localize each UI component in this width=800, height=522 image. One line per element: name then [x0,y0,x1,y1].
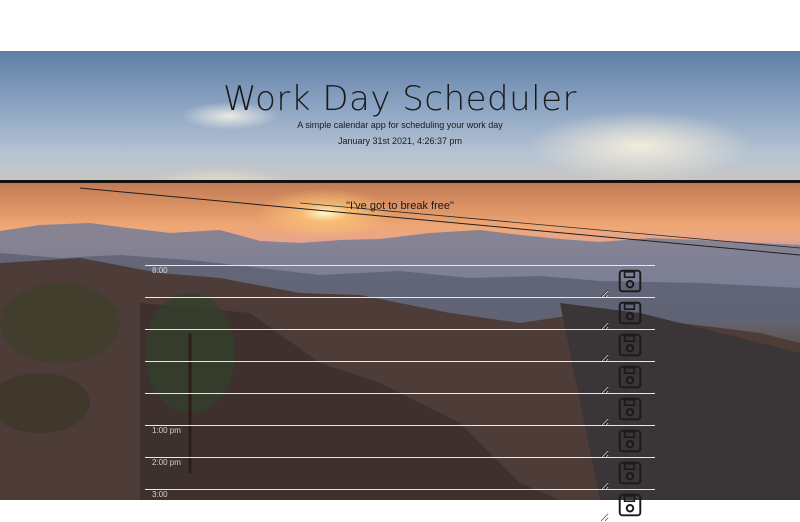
save-button[interactable] [617,428,643,454]
event-description-input[interactable] [185,364,609,394]
floppy-disk-icon [618,397,642,421]
event-description-input[interactable] [185,460,609,490]
save-button[interactable] [617,396,643,422]
time-block-row: 1:00 pm [145,425,655,458]
hour-label: 8:00 [152,266,168,275]
time-block-row [145,393,655,426]
event-description-input[interactable] [185,396,609,426]
hour-label: 3:00 [152,490,168,499]
hour-label: 1:00 pm [152,426,181,435]
floppy-disk-icon [618,429,642,453]
event-description-input[interactable] [185,300,609,330]
save-button[interactable] [617,492,643,518]
current-day: January 31st 2021, 4:26:37 pm [337,136,463,146]
time-block-row [145,297,655,330]
save-button[interactable] [617,460,643,486]
save-button[interactable] [617,300,643,326]
floppy-disk-icon [618,269,642,293]
time-block-row [145,361,655,394]
floppy-disk-icon [618,301,642,325]
floppy-disk-icon [618,365,642,389]
time-block-row [145,329,655,362]
event-description-input[interactable] [185,332,609,362]
event-description-input[interactable] [185,428,609,458]
time-block-row: 2:00 pm [145,457,655,490]
save-button[interactable] [617,332,643,358]
floppy-disk-icon [618,461,642,485]
event-description-input[interactable] [185,268,609,298]
page-lead: A simple calendar app for scheduling you… [297,120,503,130]
quote-text: "I've got to break free" [346,200,454,212]
page-title: Work Day Scheduler [222,79,578,119]
time-block-row: 8:00 [145,265,655,298]
hour-label: 2:00 pm [152,458,181,467]
time-block-row: 3:00 [145,489,655,522]
save-button[interactable] [617,364,643,390]
timeblock-list: 8:00 1:00 pm 2:00 pm 3:00 [145,265,655,522]
floppy-disk-icon [618,333,642,357]
floppy-disk-icon [618,493,642,517]
save-button[interactable] [617,268,643,294]
event-description-input[interactable] [185,492,609,522]
